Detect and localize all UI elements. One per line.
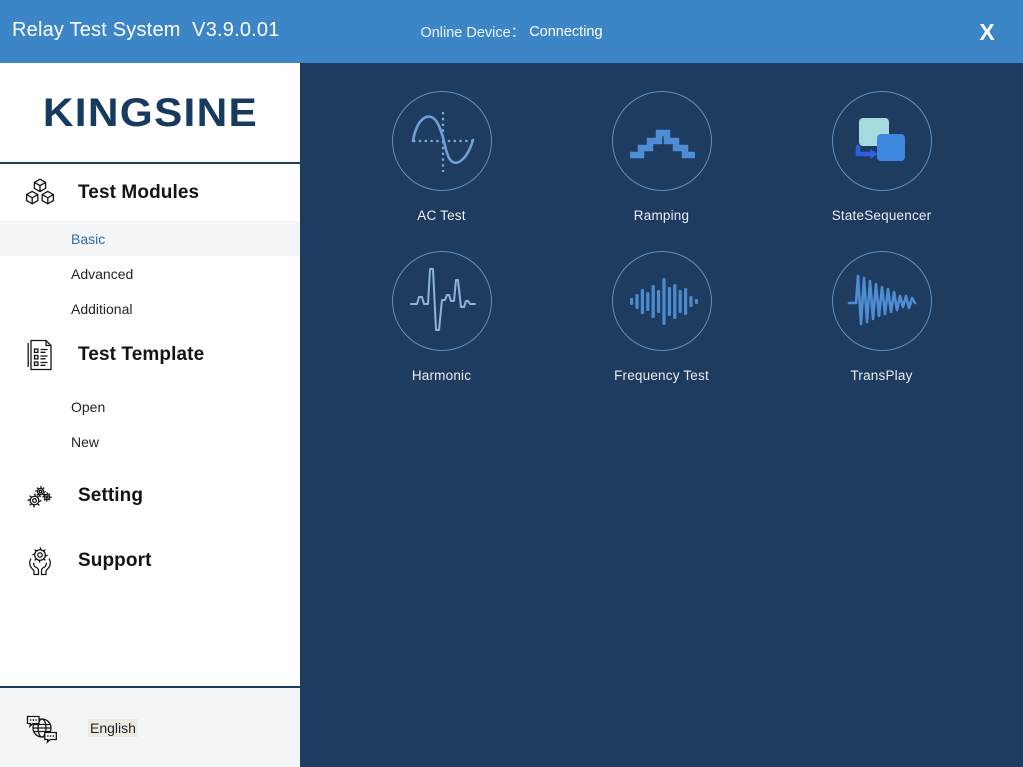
tile-icon-circle <box>612 91 712 191</box>
sidebar-nav: Test Modules Basic Advanced Additional <box>0 164 300 589</box>
close-button[interactable]: X <box>972 17 1002 47</box>
sidebar-item-basic[interactable]: Basic <box>0 221 300 256</box>
equalizer-bars-icon <box>617 256 707 346</box>
tile-ac-test[interactable]: AC Test <box>332 91 552 251</box>
sidebar: KINGSINE Test Modules <box>0 63 300 767</box>
sidebar-group-test-template[interactable]: Test Template <box>0 326 300 383</box>
test-module-grid: AC Test Ramping <box>300 63 1023 411</box>
application-window: Relay Test System V3.9.0.01 Online Devic… <box>0 0 1023 767</box>
sidebar-item-open[interactable]: Open <box>0 389 300 424</box>
overlapping-squares-arrow-icon <box>837 96 927 186</box>
sidebar-item-label: New <box>71 434 99 450</box>
sidebar-group-label: Support <box>78 550 152 572</box>
title-bar: Relay Test System V3.9.0.01 Online Devic… <box>0 0 1023 63</box>
tile-label: TransPlay <box>850 368 912 383</box>
globe-chat-icon <box>22 708 62 748</box>
tile-label: Frequency Test <box>614 368 709 383</box>
sidebar-group-label: Test Template <box>78 344 204 366</box>
sidebar-item-label: Advanced <box>71 266 133 282</box>
sidebar-item-label: Basic <box>71 231 105 247</box>
tile-frequency-test[interactable]: Frequency Test <box>552 251 772 411</box>
sidebar-group-label: Setting <box>78 485 143 507</box>
checklist-document-icon <box>22 337 58 373</box>
tile-icon-circle <box>392 91 492 191</box>
tile-icon-circle <box>832 91 932 191</box>
tile-ramping[interactable]: Ramping <box>552 91 772 251</box>
language-selector[interactable]: English <box>0 688 300 767</box>
online-device-value: Connecting <box>529 24 602 40</box>
gears-icon <box>22 478 58 514</box>
sidebar-group-support[interactable]: Support <box>0 532 300 589</box>
brand-logo-text: KINGSINE <box>42 91 257 136</box>
language-label: English <box>88 719 138 737</box>
brand-logo: KINGSINE <box>0 63 300 163</box>
window-title: Relay Test System V3.9.0.01 <box>12 19 280 42</box>
tile-harmonic[interactable]: Harmonic <box>332 251 552 411</box>
sidebar-group-label: Test Modules <box>78 182 199 204</box>
transient-waveform-icon <box>837 256 927 346</box>
sidebar-item-new[interactable]: New <box>0 424 300 459</box>
online-device-label: Online Device： <box>420 21 525 42</box>
sidebar-item-advanced[interactable]: Advanced <box>0 256 300 291</box>
close-icon: X <box>979 21 994 44</box>
tile-state-sequencer[interactable]: StateSequencer <box>772 91 992 251</box>
sidebar-item-label: Additional <box>71 301 133 317</box>
gear-in-hands-icon <box>22 543 58 579</box>
tile-label: AC Test <box>417 208 465 223</box>
tile-label: Ramping <box>634 208 689 223</box>
sidebar-group-test-modules[interactable]: Test Modules <box>0 164 300 221</box>
sidebar-item-label: Open <box>71 399 105 415</box>
tile-label: StateSequencer <box>832 208 932 223</box>
staircase-ramp-icon <box>617 96 707 186</box>
tile-icon-circle <box>832 251 932 351</box>
tile-label: Harmonic <box>412 368 471 383</box>
spike-waveform-icon <box>397 256 487 346</box>
tile-icon-circle <box>612 251 712 351</box>
cubes-icon <box>22 175 58 211</box>
sidebar-group-setting[interactable]: Setting <box>0 467 300 524</box>
tile-transplay[interactable]: TransPlay <box>772 251 992 411</box>
main-content: AC Test Ramping <box>300 63 1023 767</box>
tile-icon-circle <box>392 251 492 351</box>
sidebar-item-additional[interactable]: Additional <box>0 291 300 326</box>
sine-wave-icon <box>397 96 487 186</box>
